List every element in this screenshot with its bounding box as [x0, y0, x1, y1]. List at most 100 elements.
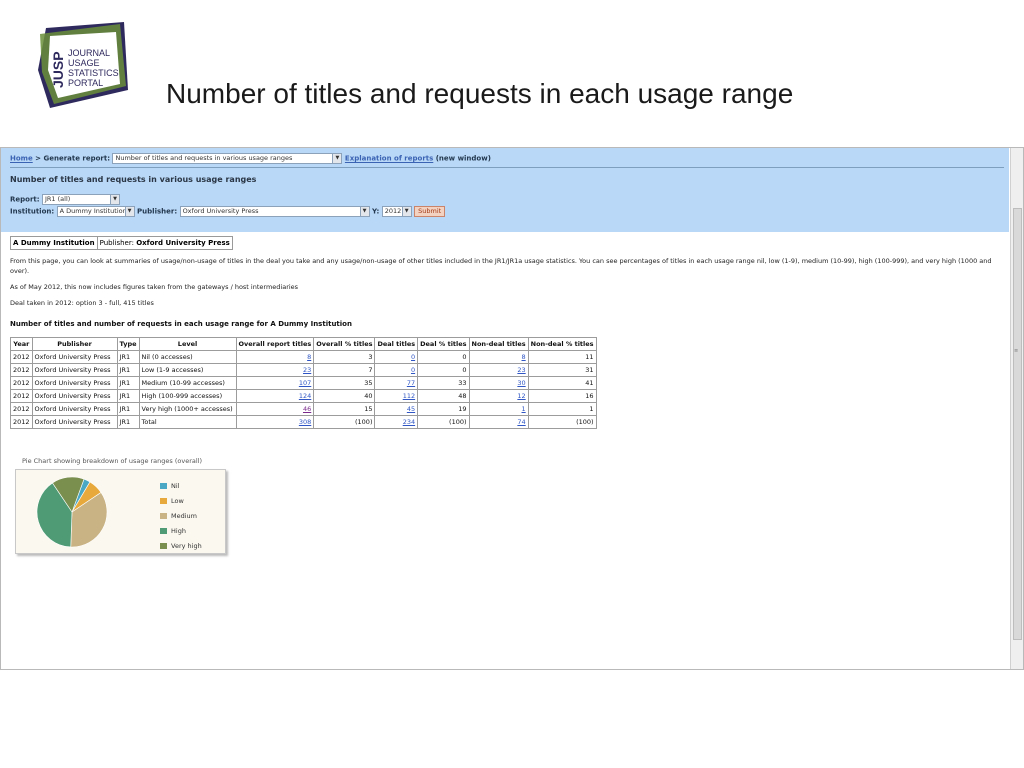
table-cell: High (100-999 accesses) [138, 389, 237, 403]
table-cell: Low (1-9 accesses) [138, 363, 237, 377]
table-cell: 124 [235, 389, 315, 403]
submit-button[interactable]: Submit [414, 206, 446, 217]
count-link[interactable]: 30 [517, 379, 525, 387]
legend-item: High [160, 527, 186, 535]
explanation-link[interactable]: Explanation of reports [345, 155, 433, 163]
table-cell: JR1 [116, 363, 140, 377]
legend-item: Low [160, 497, 184, 505]
count-link[interactable]: 124 [299, 392, 311, 400]
table-cell: 308 [235, 415, 315, 429]
table-cell: 12 [468, 389, 529, 403]
count-link[interactable]: 234 [403, 418, 415, 426]
table-cell: JR1 [116, 415, 140, 429]
legend-item: Medium [160, 512, 197, 520]
table-cell: Oxford University Press [31, 415, 118, 429]
count-link[interactable]: 74 [517, 418, 525, 426]
table-row: 2012 Oxford University Press JR1 Low (1-9 a… [10, 363, 597, 377]
context-publisher-name: Oxford University Press [136, 239, 230, 247]
intro-text: From this page, you can look at summarie… [10, 257, 992, 275]
legend-label: Medium [171, 512, 197, 520]
slide-title: Number of titles and requests in each us… [166, 78, 794, 109]
table-cell: Oxford University Press [31, 350, 118, 364]
svg-text:JOURNAL: JOURNAL [68, 48, 110, 58]
svg-text:STATISTICS: STATISTICS [68, 68, 119, 78]
breadcrumb: Home > Generate report: Number of titles… [10, 153, 491, 164]
chevron-down-icon: ▼ [359, 207, 369, 216]
table-cell: 3 [313, 350, 376, 364]
usage-table: Year Publisher Type Level Overall report… [10, 337, 597, 429]
report-header-bar: Home > Generate report: Number of titles… [1, 148, 1009, 232]
count-link[interactable]: 112 [403, 392, 415, 400]
col-nondeal-titles: Non-deal titles [468, 337, 529, 351]
table-cell: 7 [313, 363, 376, 377]
report-type-select[interactable]: Number of titles and requests in various… [112, 153, 343, 164]
context-publisher: Publisher: Oxford University Press [96, 236, 233, 250]
home-link[interactable]: Home [10, 155, 33, 163]
table-cell: 1 [527, 402, 597, 416]
institution-select[interactable]: A Dummy Institution ▼ [56, 206, 135, 217]
report-select[interactable]: JR1 (all) ▼ [42, 194, 120, 205]
legend-label: High [171, 527, 186, 535]
publisher-label: Publisher: [137, 207, 178, 216]
table-cell: (100) [313, 415, 376, 429]
count-link[interactable]: 8 [307, 353, 311, 361]
publisher-select[interactable]: Oxford University Press ▼ [179, 206, 370, 217]
year-select[interactable]: 2012 ▼ [381, 206, 412, 217]
jusp-logo: JUSP JOURNAL USAGE STATISTICS PORTAL [38, 22, 128, 108]
legend-swatch [160, 543, 167, 549]
year-label: Y: [372, 207, 380, 216]
count-link[interactable]: 45 [407, 405, 415, 413]
count-link[interactable]: 308 [299, 418, 311, 426]
table-row: 2012 Oxford University Press JR1 Total 308 (1… [10, 415, 597, 429]
table-cell: 2012 [10, 415, 33, 429]
count-link[interactable]: 23 [517, 366, 525, 374]
count-link[interactable]: 0 [411, 366, 415, 374]
count-link[interactable]: 77 [407, 379, 415, 387]
table-row: 2012 Oxford University Press JR1 Very high … [10, 402, 597, 416]
table-cell: 8 [468, 350, 529, 364]
table-cell: 2012 [10, 363, 33, 377]
table-cell: 0 [374, 350, 419, 364]
table-cell: Oxford University Press [31, 402, 118, 416]
generate-report-label: Generate report: [43, 154, 111, 163]
legend-label: Low [171, 497, 184, 505]
table-cell: Oxford University Press [31, 363, 118, 377]
table-cell: 0 [417, 363, 470, 377]
table-cell: JR1 [116, 402, 140, 416]
col-overall-titles: Overall report titles [235, 337, 315, 351]
legend-swatch [160, 528, 167, 534]
legend-swatch [160, 513, 167, 519]
count-link[interactable]: 107 [299, 379, 311, 387]
col-publisher: Publisher [31, 337, 118, 351]
legend-label: Very high [171, 542, 202, 550]
table-row: 2012 Oxford University Press JR1 High (100-… [10, 389, 597, 403]
count-link[interactable]: 46 [303, 405, 311, 413]
count-link[interactable]: 8 [522, 353, 526, 361]
table-cell: 11 [527, 350, 597, 364]
chevron-down-icon: ▼ [332, 154, 342, 163]
table-cell: 41 [527, 376, 597, 390]
scrollbar-thumb[interactable] [1013, 208, 1022, 640]
count-link[interactable]: 0 [411, 353, 415, 361]
institution-label: Institution: [10, 207, 55, 216]
page-heading: Number of titles and requests in various… [10, 175, 257, 184]
table-cell: 2012 [10, 350, 33, 364]
scrollbar-grip-icon: ≡ [1014, 348, 1019, 354]
count-link[interactable]: 23 [303, 366, 311, 374]
table-caption: Number of titles and number of requests … [10, 320, 352, 328]
context-tabs: A Dummy Institution Publisher: Oxford Un… [10, 236, 233, 250]
table-cell: 23 [235, 363, 315, 377]
count-link[interactable]: 1 [522, 405, 526, 413]
publisher-value: Oxford University Press [182, 207, 259, 215]
report-type-value: Number of titles and requests in various… [115, 154, 293, 162]
deal-note: Deal taken in 2012: option 3 - full, 415… [10, 299, 154, 307]
context-institution: A Dummy Institution [10, 236, 98, 250]
vertical-scrollbar[interactable]: ≡ [1010, 148, 1023, 669]
report-screenshot: Home > Generate report: Number of titles… [0, 147, 1024, 670]
legend-item: Nil [160, 482, 179, 490]
table-cell: 0 [417, 350, 470, 364]
table-cell: 19 [417, 402, 470, 416]
table-cell: 23 [468, 363, 529, 377]
count-link[interactable]: 12 [517, 392, 525, 400]
table-cell: (100) [527, 415, 597, 429]
